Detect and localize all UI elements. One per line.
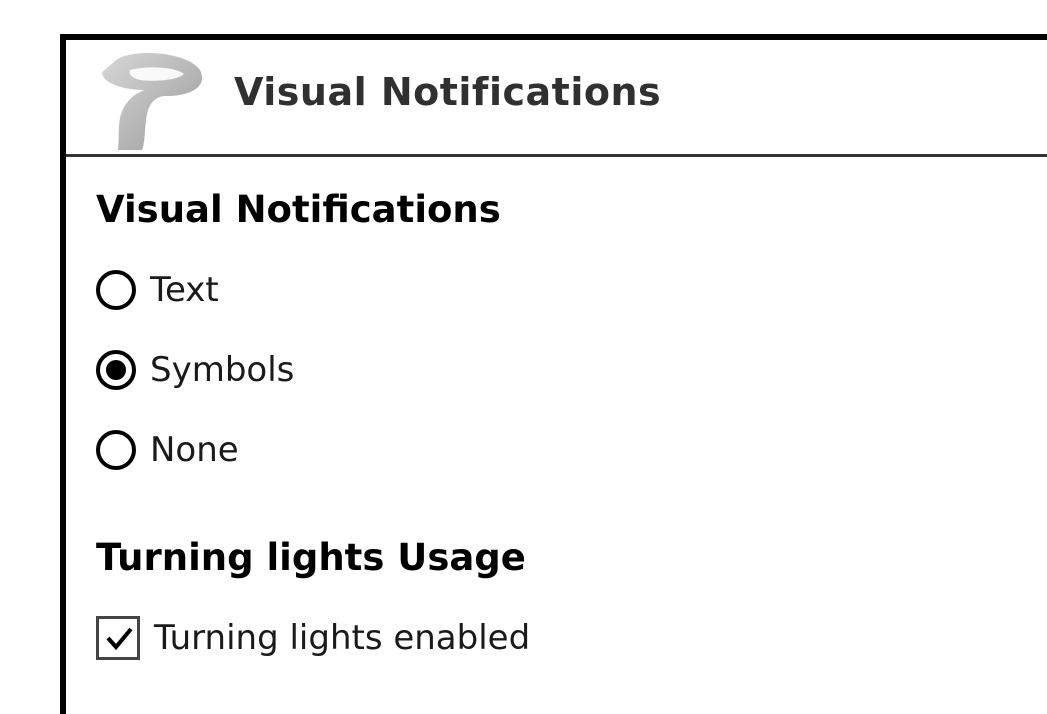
turning-lights-heading: Turning lights Usage — [96, 536, 526, 579]
radio-button-text[interactable] — [96, 270, 136, 310]
radio-label-symbols: Symbols — [150, 350, 295, 390]
radio-button-symbols[interactable] — [96, 350, 136, 390]
turning-lights-label: Turning lights enabled — [154, 618, 531, 658]
checkmark-icon — [106, 627, 133, 651]
turning-lights-checkbox[interactable] — [96, 616, 140, 660]
radio-label-none: None — [150, 430, 239, 470]
visual-notifications-heading: Visual Notifications — [96, 188, 501, 231]
settings-window: Visual Notifications Visual Notification… — [60, 34, 1047, 714]
radio-option-text[interactable]: Text — [96, 264, 219, 316]
turning-lights-option[interactable]: Turning lights enabled — [96, 612, 530, 664]
radio-button-none[interactable] — [96, 430, 136, 470]
radio-option-symbols[interactable]: Symbols — [96, 344, 294, 396]
radio-label-text: Text — [150, 270, 219, 310]
window-header: Visual Notifications — [66, 40, 1047, 157]
header-title: Visual Notifications — [234, 70, 662, 114]
turn-sign-icon — [102, 52, 203, 150]
radio-option-none[interactable]: None — [96, 424, 239, 476]
